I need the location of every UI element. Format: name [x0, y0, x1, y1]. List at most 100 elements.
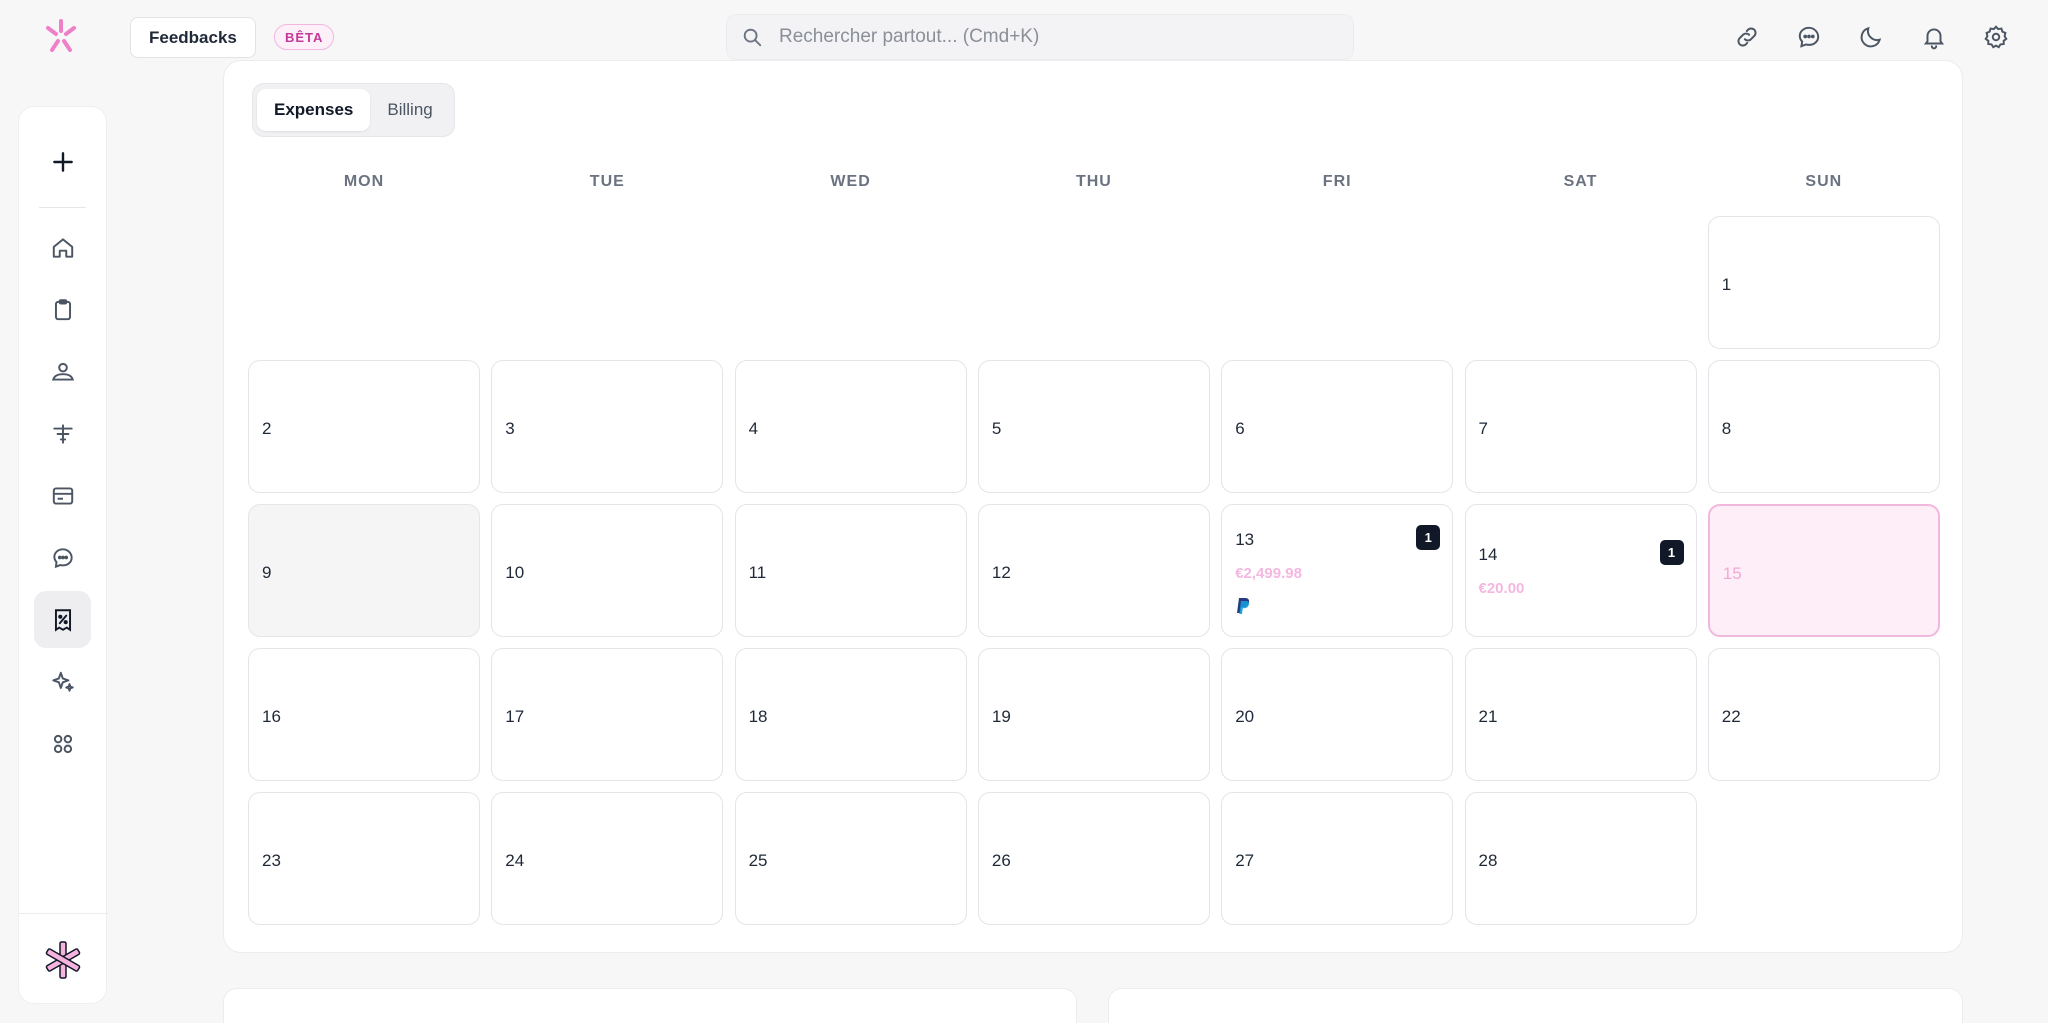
- calendar-day[interactable]: 17: [491, 648, 724, 781]
- weekday-label: SAT: [1563, 173, 1598, 190]
- expense-amount: €20.00: [1478, 580, 1525, 597]
- expenses-calendar-card: Expenses Billing MON TUE WED THU FRI SAT SUN 1…: [223, 60, 1963, 953]
- feedbacks-button[interactable]: Feedbacks: [130, 17, 256, 58]
- calendar-day[interactable]: 11: [734, 504, 967, 637]
- calendar-day[interactable]: 6: [1221, 360, 1454, 493]
- calendar-day[interactable]: 1: [1707, 216, 1940, 349]
- calendar-day[interactable]: 24: [491, 792, 724, 925]
- day-number: 23: [262, 851, 281, 870]
- sidebar-item-payments[interactable]: [34, 467, 91, 524]
- filter-icon: [52, 423, 73, 444]
- receipt-icon: [54, 608, 71, 632]
- weekday-label: WED: [830, 173, 871, 190]
- clipboard-icon: [54, 298, 71, 320]
- create-button[interactable]: [34, 133, 91, 190]
- moon-icon[interactable]: [1854, 20, 1888, 54]
- calendar-day[interactable]: 14 1 €20.00: [1464, 504, 1697, 637]
- day-number: 2: [262, 419, 272, 438]
- workspace-logo[interactable]: [34, 931, 91, 988]
- day-number: 14: [1478, 545, 1498, 564]
- sidebar-item-team[interactable]: [34, 343, 91, 400]
- sidebar-item-tasks[interactable]: [34, 281, 91, 338]
- sparkle-icon: [51, 671, 74, 692]
- day-number: 4: [748, 419, 759, 438]
- calendar-day[interactable]: 27: [1221, 792, 1454, 925]
- calendar-day[interactable]: 18: [734, 648, 967, 781]
- sidebar-item-messages[interactable]: [34, 529, 91, 586]
- sidebar-item-apps[interactable]: [34, 715, 91, 772]
- calendar-day[interactable]: 21: [1464, 648, 1697, 781]
- calendar-day[interactable]: 20: [1221, 648, 1454, 781]
- calendar-day[interactable]: 7: [1464, 360, 1697, 493]
- tab-billing[interactable]: Billing: [370, 89, 449, 131]
- weekday-label: SUN: [1805, 173, 1843, 190]
- global-search[interactable]: [726, 14, 1354, 60]
- day-number: 12: [991, 563, 1011, 582]
- search-icon: [743, 28, 762, 47]
- plus-icon: [52, 151, 73, 172]
- calendar-day[interactable]: 25: [734, 792, 967, 925]
- bell-icon[interactable]: [1917, 20, 1951, 54]
- calendar-day[interactable]: 12: [977, 504, 1210, 637]
- day-number: 16: [262, 707, 281, 726]
- expense-amount: €2,499.98: [1235, 565, 1302, 582]
- sidebar-item-home[interactable]: [34, 219, 91, 276]
- weekday-label: THU: [1075, 173, 1112, 190]
- expense-count-badge: 1: [1659, 540, 1684, 565]
- day-number: 25: [748, 851, 768, 870]
- day-number: 1: [1721, 275, 1732, 294]
- calendar-day[interactable]: 2: [248, 360, 480, 493]
- calendar-day[interactable]: 16: [248, 648, 480, 781]
- day-number: 11: [748, 563, 767, 582]
- calendar-day[interactable]: 13 1 €2,499.98: [1221, 504, 1454, 637]
- calendar-day[interactable]: 4: [734, 360, 967, 493]
- gear-icon[interactable]: [1979, 20, 2013, 54]
- app-logo-icon[interactable]: [42, 18, 80, 56]
- day-number: 21: [1478, 707, 1498, 726]
- weekday-label: MON: [343, 173, 385, 190]
- calendar-day[interactable]: 3: [491, 360, 724, 493]
- day-number: 10: [505, 563, 525, 582]
- day-number: 5: [991, 419, 1002, 438]
- sidebar-item-ai[interactable]: [34, 653, 91, 710]
- bottom-panel-left: [223, 988, 1077, 1023]
- tab-expenses[interactable]: Expenses: [257, 89, 371, 131]
- calendar-day[interactable]: 22: [1707, 648, 1940, 781]
- sidebar-item-expenses[interactable]: [34, 591, 91, 648]
- calendar-day-today[interactable]: 15: [1707, 504, 1940, 637]
- search-input[interactable]: [779, 26, 1299, 48]
- calendar-day[interactable]: 10: [491, 504, 724, 637]
- day-number: 18: [748, 707, 768, 726]
- day-number: 27: [1235, 851, 1255, 870]
- workspace-logo-icon: [45, 940, 80, 979]
- view-tabs: Expenses Billing: [252, 83, 455, 137]
- day-number: 6: [1235, 419, 1245, 438]
- calendar-day[interactable]: 23: [248, 792, 480, 925]
- bottom-panel-right: [1108, 988, 1963, 1023]
- team-icon: [51, 362, 74, 381]
- calendar-day[interactable]: 9: [248, 504, 480, 637]
- message-icon: [52, 547, 73, 568]
- link-icon[interactable]: [1730, 20, 1764, 54]
- day-number: 26: [991, 851, 1011, 870]
- day-number: 28: [1478, 851, 1498, 870]
- expense-count-badge: 1: [1416, 525, 1441, 550]
- day-number: 20: [1235, 707, 1255, 726]
- calendar-day[interactable]: 8: [1707, 360, 1940, 493]
- day-number: 7: [1478, 419, 1488, 438]
- sidebar-divider: [19, 913, 108, 914]
- paypal-icon: [1237, 598, 1250, 614]
- chat-icon[interactable]: [1792, 20, 1826, 54]
- sidebar: [18, 106, 108, 1004]
- day-number: 24: [505, 851, 525, 870]
- beta-badge: BÊTA: [274, 24, 335, 50]
- weekday-label: FRI: [1322, 173, 1352, 190]
- calendar-day[interactable]: 19: [977, 648, 1210, 781]
- sidebar-item-filters[interactable]: [34, 405, 91, 462]
- calendar-day[interactable]: 28: [1464, 792, 1697, 925]
- calendar-day[interactable]: 5: [977, 360, 1210, 493]
- day-number: 13: [1235, 530, 1255, 549]
- calendar-day[interactable]: 26: [977, 792, 1210, 925]
- apps-icon: [53, 734, 72, 753]
- weekday-label: TUE: [589, 173, 625, 190]
